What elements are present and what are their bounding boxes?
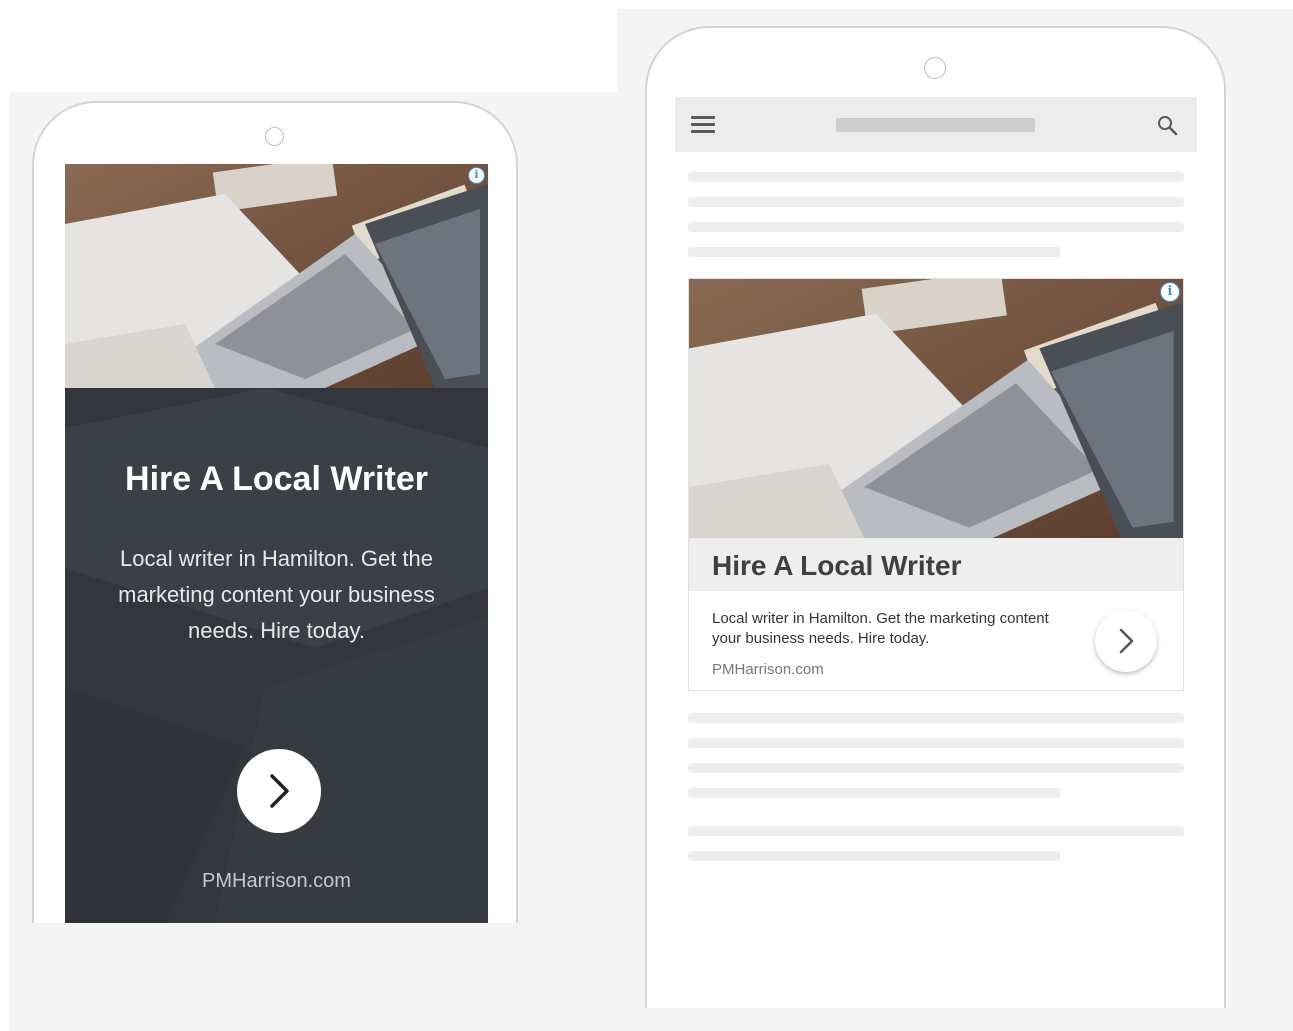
ad-photo-laptop [65,164,488,388]
ad-photo-laptop [689,279,1183,538]
ad-headline-band: Hire A Local Writer [689,538,1183,591]
left-phone-camera [265,127,284,146]
ad-cta-button[interactable] [237,749,321,833]
placeholder-line [688,738,1184,748]
right-phone-camera [924,57,946,79]
placeholder-line [688,222,1184,232]
ad-info-icon[interactable]: i [1160,282,1180,302]
placeholder-line [688,247,1060,257]
ad-display-url[interactable]: PMHarrison.com [712,661,824,678]
ad-headline[interactable]: Hire A Local Writer [712,550,961,582]
placeholder-line [688,197,1184,207]
placeholder-line [688,826,1184,836]
placeholder-line [688,763,1184,773]
native-ad-card[interactable]: i Hire A Local Writer Local writer in Ha… [688,278,1184,691]
chevron-right-icon [270,774,289,808]
placeholder-line [688,713,1184,723]
search-icon[interactable] [1156,114,1178,136]
placeholder-line [688,851,1060,861]
header-title-placeholder [836,118,1035,132]
placeholder-line [688,172,1184,182]
hamburger-menu-icon[interactable] [691,116,715,134]
ad-description: Local writer in Hamilton. Get the market… [712,610,1049,647]
ad-info-icon[interactable]: i [468,167,485,184]
mock-app-header [675,97,1197,152]
chevron-right-icon [1119,628,1134,654]
ad-cta-button[interactable] [1095,610,1157,672]
ad-description: Local writer in Hamilton. Get the market… [118,546,435,643]
interstitial-ad[interactable]: i Hire A Local Writer Local writer in Ha… [65,164,488,923]
ad-display-url[interactable]: PMHarrison.com [65,870,488,893]
ad-headline[interactable]: Hire A Local Writer [65,460,488,499]
placeholder-line [688,788,1060,798]
